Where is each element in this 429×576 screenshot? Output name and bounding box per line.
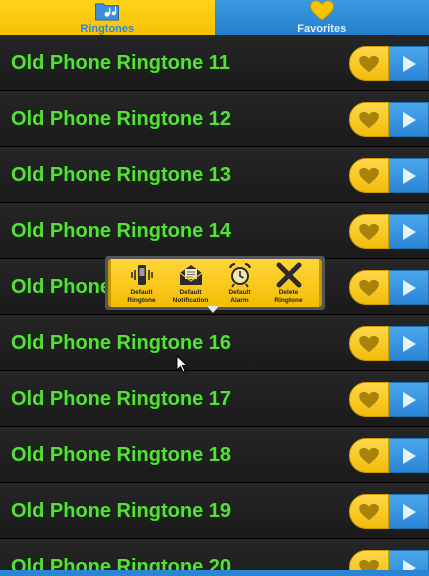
favorite-button[interactable] — [349, 494, 389, 529]
ringtone-title: Old Phone Ringtone 11 — [11, 52, 230, 74]
heart-icon — [359, 111, 379, 128]
delete-ringtone-button[interactable]: Delete Ringtone — [265, 262, 313, 304]
favorite-button[interactable] — [349, 102, 389, 137]
favorite-button[interactable] — [349, 270, 389, 305]
favorite-button[interactable] — [349, 214, 389, 249]
tab-favorites-label: Favorites — [297, 23, 347, 35]
favorite-button[interactable] — [349, 158, 389, 193]
play-button[interactable] — [389, 494, 429, 529]
heart-icon — [359, 167, 379, 184]
row-actions — [349, 382, 429, 417]
list-item[interactable]: Old Phone Ringtone 19 — [0, 483, 429, 539]
play-icon — [402, 503, 416, 520]
popup-label-line2: Ringtone — [127, 297, 156, 304]
play-button[interactable] — [389, 46, 429, 81]
row-actions — [349, 438, 429, 473]
favorite-button[interactable] — [349, 46, 389, 81]
play-button[interactable] — [389, 326, 429, 361]
row-actions — [349, 326, 429, 361]
play-button[interactable] — [389, 102, 429, 137]
play-icon — [402, 111, 416, 128]
play-button[interactable] — [389, 438, 429, 473]
popup-label-line2: Alarm — [230, 297, 249, 304]
row-actions — [349, 158, 429, 193]
row-actions — [349, 270, 429, 305]
play-button[interactable] — [389, 158, 429, 193]
vibrating-phone-icon — [130, 265, 153, 285]
heart-icon — [359, 503, 379, 520]
ringtone-title: Old Phone Ringtone 16 — [11, 332, 232, 354]
play-icon — [402, 391, 416, 408]
favorite-button[interactable] — [349, 438, 389, 473]
popup-label-line1: Default — [228, 289, 251, 296]
play-icon — [402, 55, 416, 72]
play-icon — [402, 335, 416, 352]
popup-pointer-arrow — [207, 306, 219, 313]
bottom-bar — [0, 570, 429, 576]
ringtone-title: Old Phone Ringtone 12 — [11, 108, 232, 130]
row-actions — [349, 494, 429, 529]
play-button[interactable] — [389, 270, 429, 305]
favorite-button[interactable] — [349, 382, 389, 417]
row-actions — [349, 46, 429, 81]
popup-label-line1: Default — [179, 289, 202, 296]
popup-label-line1: Default — [130, 289, 153, 296]
heart-icon — [359, 55, 379, 72]
row-actions — [349, 214, 429, 249]
popup-label-line2: Notification — [172, 297, 209, 304]
ringtone-title: Old Phone Ringtone 18 — [11, 444, 232, 466]
heart-icon — [359, 279, 379, 296]
heart-icon — [359, 223, 379, 240]
popup-label-line1: Delete — [278, 289, 299, 296]
ringtone-title: Old Phone Ringtone 17 — [11, 388, 232, 410]
popup-label-line2: Ringtone — [274, 297, 303, 304]
default-notification-button[interactable]: Default Notification — [167, 262, 215, 304]
play-icon — [402, 447, 416, 464]
heart-icon — [359, 335, 379, 352]
list-item[interactable]: Old Phone Ringtone 11 — [0, 35, 429, 91]
list-item[interactable]: Old Phone Ringtone 12 — [0, 91, 429, 147]
default-ringtone-button[interactable]: Default Ringtone — [118, 262, 166, 304]
play-button[interactable] — [389, 382, 429, 417]
delete-x-icon — [276, 262, 301, 288]
heart-icon — [309, 0, 334, 21]
list-item[interactable]: Old Phone Ringtone 18 — [0, 427, 429, 483]
context-menu-bar: Default Ringtone Default Notification De… — [108, 259, 322, 307]
heart-icon — [359, 447, 379, 464]
tab-ringtones-label: Ringtones — [80, 23, 135, 35]
ringtone-title: Old Phone Ringtone 14 — [11, 220, 232, 242]
play-button[interactable] — [389, 214, 429, 249]
ringtone-title: Old Phone Ringtone 19 — [11, 500, 232, 522]
list-item[interactable]: Old Phone Ringtone 13 — [0, 147, 429, 203]
list-item[interactable]: Old Phone Ringtone 14 — [0, 203, 429, 259]
play-icon — [402, 279, 416, 296]
default-alarm-button[interactable]: Default Alarm — [216, 262, 264, 304]
favorite-button[interactable] — [349, 326, 389, 361]
folder-music-icon — [95, 3, 120, 21]
envelope-icon — [179, 265, 202, 285]
ringtone-title: Old Phone — [11, 276, 111, 298]
heart-icon — [359, 391, 379, 408]
list-item[interactable]: Old Phone Ringtone 16 — [0, 315, 429, 371]
ringtone-title: Old Phone Ringtone 13 — [11, 164, 232, 186]
play-icon — [402, 167, 416, 184]
play-icon — [402, 223, 416, 240]
row-actions — [349, 102, 429, 137]
context-menu-popup: Default Ringtone Default Notification De… — [105, 256, 325, 310]
mouse-cursor-icon — [176, 355, 188, 373]
list-item[interactable]: Old Phone Ringtone 17 — [0, 371, 429, 427]
alarm-clock-icon — [228, 262, 251, 288]
